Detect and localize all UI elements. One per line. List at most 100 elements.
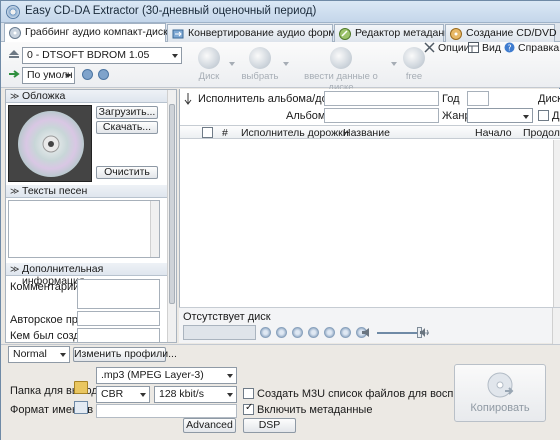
artist-field[interactable] — [324, 91, 439, 106]
lyrics-section-header[interactable]: ≫ Тексты песен — [6, 185, 168, 198]
lyrics-section-title: Тексты песен — [22, 185, 88, 197]
genre-select[interactable] — [467, 108, 533, 123]
select-menu-chevron-icon[interactable] — [283, 62, 289, 66]
bitrate-mode-select[interactable]: CBR — [96, 386, 150, 403]
tab-metadata-editor[interactable]: Редактор метаданных — [334, 24, 463, 42]
select-button-label: выбрать — [241, 71, 279, 82]
disc-data-menu-chevron-icon[interactable] — [391, 62, 397, 66]
drive-select[interactable]: 0 - DTSOFT BDROM 1.05 — [22, 47, 182, 64]
col-start[interactable]: Начало — [475, 127, 512, 139]
edit-disc-info-icon — [330, 47, 352, 69]
disc-icon — [198, 47, 220, 69]
metadata-editor-icon — [339, 28, 351, 40]
comment-field[interactable] — [77, 279, 160, 309]
sort-down-button[interactable] — [98, 69, 109, 80]
year-label: Год — [442, 93, 460, 105]
track-area: Исполнитель альбома/дорожки Год Диск Аль… — [179, 89, 560, 307]
col-track-artist[interactable]: Исполнитель дорожки — [241, 127, 349, 139]
scroll-thumb[interactable] — [169, 104, 175, 304]
eject-icon[interactable] — [8, 49, 20, 59]
cover-art-placeholder — [8, 105, 92, 182]
col-number[interactable]: # — [222, 127, 228, 139]
help-menu[interactable]: ? Справка — [504, 42, 559, 54]
select-button[interactable]: выбрать — [241, 47, 279, 82]
bitrate-value: 128 kbit/s — [159, 388, 204, 400]
download-cover-button[interactable]: Скачать... — [96, 121, 158, 134]
copyright-field[interactable] — [77, 311, 160, 326]
album-field[interactable] — [324, 108, 439, 123]
format-select[interactable]: .mp3 (MPEG Layer-3) — [96, 367, 237, 384]
chevron-down-icon — [60, 353, 66, 357]
tab-converter[interactable]: Конвертирование аудио форматов — [167, 24, 357, 42]
stop-button[interactable] — [324, 327, 335, 338]
change-profiles-button[interactable]: Изменить профили... — [73, 347, 177, 362]
chevron-down-icon — [227, 374, 233, 378]
disc-button[interactable]: Диск — [194, 47, 224, 82]
speaker-icon — [362, 328, 369, 337]
col-title[interactable]: Название — [343, 127, 390, 139]
advanced-button[interactable]: Advanced — [183, 418, 236, 433]
sort-select[interactable]: По умолч — [22, 67, 75, 84]
window-title: Easy CD-DA Extractor (30-дневный оценочн… — [25, 5, 317, 17]
copy-button[interactable]: Копировать — [454, 364, 546, 422]
prev-track-button[interactable] — [260, 327, 271, 338]
fast-forward-button[interactable] — [340, 327, 351, 338]
lyrics-textarea[interactable] — [8, 200, 160, 258]
year-field[interactable] — [467, 91, 489, 106]
tab-burn[interactable]: Создание CD/DVD — [445, 24, 557, 42]
tools-icon — [424, 42, 435, 53]
d-label: Д — [552, 110, 560, 122]
rewind-button[interactable] — [276, 327, 287, 338]
folder-icon[interactable] — [74, 381, 88, 394]
time-display — [183, 325, 256, 340]
options-menu[interactable]: Опции — [424, 42, 470, 54]
freedb-button[interactable]: free — [403, 47, 425, 82]
tab-burn-label: Создание CD/DVD — [466, 27, 557, 39]
lyrics-scrollbar[interactable] — [150, 201, 159, 257]
select-all-checkbox[interactable] — [202, 127, 213, 138]
title-bar[interactable]: Easy CD-DA Extractor (30-дневный оценочн… — [1, 1, 560, 23]
view-icon — [468, 42, 479, 53]
track-list[interactable] — [180, 140, 560, 307]
main-tabs: Граббинг аудио компакт-дисков Конвертиро… — [1, 23, 560, 42]
dsp-button[interactable]: DSP — [243, 418, 296, 433]
track-table-header: # Исполнитель дорожки Название Начало Пр… — [180, 125, 560, 139]
pause-button[interactable] — [308, 327, 319, 338]
chevron-down-icon — [523, 115, 529, 119]
app-window: Easy CD-DA Extractor (30-дневный оценочн… — [0, 0, 560, 440]
left-panel: ≫ Обложка Загрузить... Скачать... Очисти… — [5, 89, 177, 343]
d-checkbox[interactable] — [538, 110, 549, 121]
collapse-chevron-icon: ≫ — [10, 186, 20, 196]
left-panel-scrollbar[interactable] — [167, 90, 176, 342]
load-cover-button[interactable]: Загрузить... — [96, 106, 158, 119]
clear-cover-button[interactable]: Очистить — [96, 166, 158, 179]
enter-disc-data-button[interactable]: ввести данные о диске — [296, 47, 386, 93]
info-section-header[interactable]: ≫ Дополнительная информация — [6, 263, 168, 287]
sort-up-button[interactable] — [82, 69, 93, 80]
format-select-value: .mp3 (MPEG Layer-3) — [101, 369, 204, 381]
disc-menu-chevron-icon[interactable] — [229, 62, 235, 66]
format-template-icon[interactable] — [74, 401, 88, 414]
play-button[interactable] — [292, 327, 303, 338]
cover-section-header[interactable]: ≫ Обложка — [6, 90, 168, 103]
profile-select[interactable]: Normal — [8, 346, 70, 363]
copy-disc-icon — [487, 372, 514, 398]
encoder-options-area — [96, 404, 237, 418]
include-metadata-checkbox[interactable] — [243, 402, 254, 415]
cd-disc-icon — [18, 111, 84, 177]
chevron-down-icon — [140, 393, 146, 397]
album-label: Альбом — [286, 110, 326, 122]
chevron-down-icon — [65, 74, 71, 78]
profile-select-value: Normal — [13, 348, 47, 360]
seek-bar[interactable] — [437, 330, 551, 335]
tab-grabbing[interactable]: Граббинг аудио компакт-дисков — [4, 23, 179, 42]
view-menu[interactable]: Вид — [468, 42, 501, 54]
collapse-chevron-icon: ≫ — [10, 91, 20, 101]
create-m3u-checkbox[interactable] — [243, 388, 254, 399]
col-duration[interactable]: Продолж — [523, 127, 560, 139]
track-list-scrollbar[interactable] — [553, 140, 560, 307]
disc-label: Диск — [538, 93, 560, 105]
burn-disc-icon — [450, 28, 462, 40]
bitrate-select[interactable]: 128 kbit/s — [154, 386, 237, 403]
created-by-field[interactable] — [77, 328, 160, 342]
